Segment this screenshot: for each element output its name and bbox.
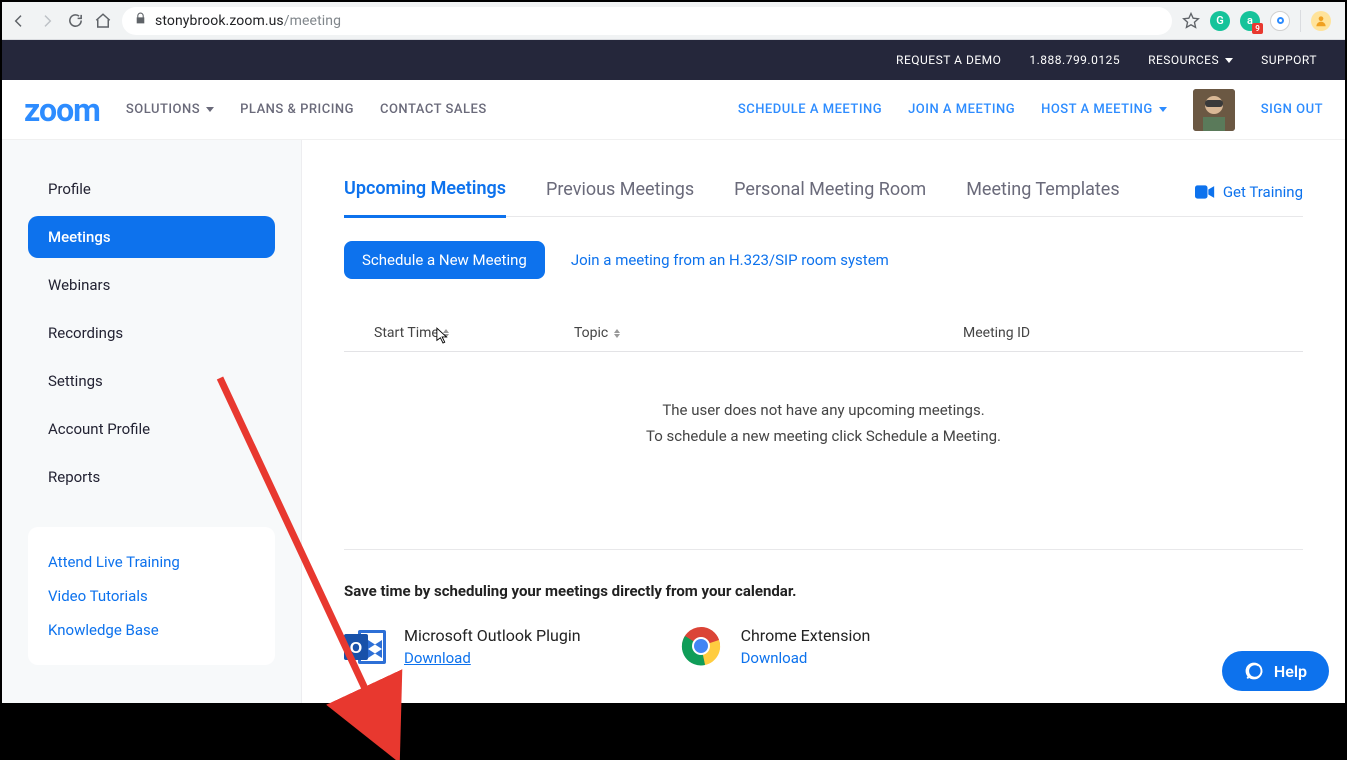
help-button[interactable]: Help <box>1222 651 1329 691</box>
request-demo-link[interactable]: REQUEST A DEMO <box>896 53 1001 67</box>
empty-state: The user does not have any upcoming meet… <box>344 352 1303 549</box>
main-content: Upcoming Meetings Previous Meetings Pers… <box>302 140 1345 703</box>
back-button[interactable] <box>10 12 28 30</box>
zoom-logo[interactable]: zoom <box>24 91 100 129</box>
extension-grammarly-icon[interactable]: G <box>1210 11 1230 31</box>
chrome-download-link[interactable]: Download <box>741 649 808 667</box>
tab-personal-meeting-room[interactable]: Personal Meeting Room <box>734 169 926 216</box>
chrome-extension: Chrome Extension Download <box>681 626 871 668</box>
nav-plans-pricing[interactable]: PLANS & PRICING <box>240 102 354 117</box>
chrome-extension-name: Chrome Extension <box>741 626 871 645</box>
empty-message-1: The user does not have any upcoming meet… <box>344 398 1303 424</box>
address-bar[interactable]: stonybrook.zoom.us/meeting <box>122 7 1172 35</box>
mouse-cursor-icon <box>436 327 450 345</box>
utility-nav: REQUEST A DEMO 1.888.799.0125 RESOURCES … <box>2 40 1345 80</box>
join-meeting-link[interactable]: JOIN A MEETING <box>908 102 1015 117</box>
sidebar-item-account-profile[interactable]: Account Profile <box>28 408 275 450</box>
profile-avatar-icon[interactable] <box>1311 11 1331 31</box>
col-meeting-id[interactable]: Meeting ID <box>963 325 1030 341</box>
knowledge-base-link[interactable]: Knowledge Base <box>48 613 255 647</box>
chevron-down-icon <box>1159 107 1167 112</box>
outlook-icon: O <box>344 626 388 668</box>
tab-upcoming-meetings[interactable]: Upcoming Meetings <box>344 168 506 218</box>
host-meeting-menu[interactable]: HOST A MEETING <box>1041 102 1167 117</box>
tab-previous-meetings[interactable]: Previous Meetings <box>546 169 694 216</box>
empty-message-2: To schedule a new meeting click Schedule… <box>344 424 1303 450</box>
sidebar-item-webinars[interactable]: Webinars <box>28 264 275 306</box>
outlook-plugin: O Microsoft Outlook Plugin Download <box>344 626 581 668</box>
outlook-download-link[interactable]: Download <box>404 649 471 667</box>
sidebar-item-reports[interactable]: Reports <box>28 456 275 498</box>
user-avatar[interactable] <box>1193 89 1235 131</box>
sidebar-item-profile[interactable]: Profile <box>28 168 275 210</box>
main-header: zoom SOLUTIONS PLANS & PRICING CONTACT S… <box>2 80 1345 140</box>
meeting-tabs: Upcoming Meetings Previous Meetings Pers… <box>344 168 1303 217</box>
attend-training-link[interactable]: Attend Live Training <box>48 545 255 579</box>
video-camera-icon <box>1195 185 1215 199</box>
sidebar-item-recordings[interactable]: Recordings <box>28 312 275 354</box>
chat-bubble-icon <box>1244 661 1264 681</box>
star-icon[interactable] <box>1182 12 1200 30</box>
browser-toolbar: stonybrook.zoom.us/meeting G a9 <box>2 2 1345 40</box>
nav-solutions[interactable]: SOLUTIONS <box>126 102 214 117</box>
lock-icon <box>134 12 147 29</box>
url-text: stonybrook.zoom.us/meeting <box>155 13 341 29</box>
meetings-table-header: Start Time Topic Meeting ID <box>344 315 1303 352</box>
support-link[interactable]: SUPPORT <box>1261 53 1317 67</box>
video-tutorials-link[interactable]: Video Tutorials <box>48 579 255 613</box>
tab-meeting-templates[interactable]: Meeting Templates <box>966 169 1119 216</box>
join-sip-link[interactable]: Join a meeting from an H.323/SIP room sy… <box>571 251 889 269</box>
chevron-down-icon <box>206 107 214 112</box>
schedule-meeting-link[interactable]: SCHEDULE A MEETING <box>738 102 882 117</box>
phone-number[interactable]: 1.888.799.0125 <box>1029 53 1120 67</box>
chevron-down-icon <box>1225 58 1233 63</box>
resources-menu[interactable]: RESOURCES <box>1148 53 1233 67</box>
reload-button[interactable] <box>66 12 84 30</box>
sidebar-item-settings[interactable]: Settings <box>28 360 275 402</box>
col-topic[interactable]: Topic <box>574 325 608 341</box>
svg-text:O: O <box>350 640 362 657</box>
toolbar-divider <box>1300 10 1301 32</box>
forward-button[interactable] <box>38 12 56 30</box>
col-start-time[interactable]: Start Time <box>374 325 439 341</box>
sidebar: Profile Meetings Webinars Recordings Set… <box>2 140 302 703</box>
extension-other-icon[interactable] <box>1270 11 1290 31</box>
outlook-plugin-name: Microsoft Outlook Plugin <box>404 626 581 645</box>
calendar-integrations: Save time by scheduling your meetings di… <box>344 549 1303 668</box>
schedule-new-meeting-button[interactable]: Schedule a New Meeting <box>344 241 545 279</box>
get-training-link[interactable]: Get Training <box>1195 183 1303 201</box>
nav-contact-sales[interactable]: CONTACT SALES <box>380 102 487 117</box>
integrations-title: Save time by scheduling your meetings di… <box>344 582 1303 600</box>
home-button[interactable] <box>94 12 112 30</box>
extension-adguard-icon[interactable]: a9 <box>1240 11 1260 31</box>
chrome-icon <box>681 626 725 668</box>
sign-out-link[interactable]: SIGN OUT <box>1261 102 1323 117</box>
sidebar-help-box: Attend Live Training Video Tutorials Kno… <box>28 527 275 665</box>
sidebar-item-meetings[interactable]: Meetings <box>28 216 275 258</box>
sort-icon[interactable] <box>614 329 620 338</box>
